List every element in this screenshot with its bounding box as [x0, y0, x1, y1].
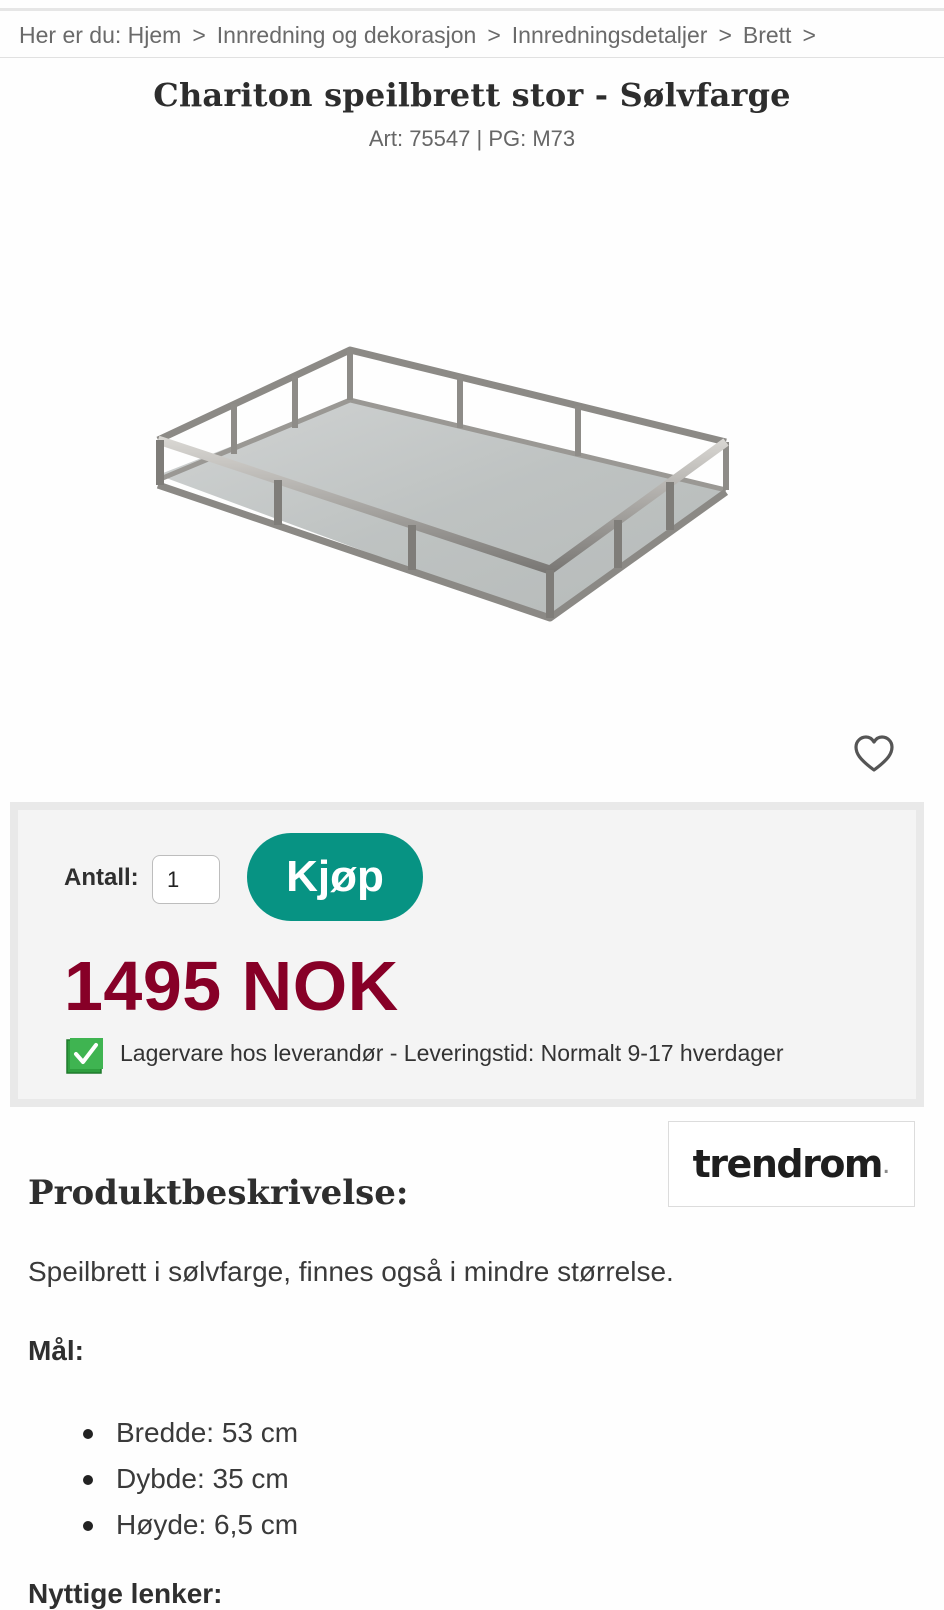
brand-dot: .: [882, 1147, 891, 1180]
product-title: Chariton speilbrett stor - Sølvfarge: [153, 76, 791, 114]
dimension-depth: Dybde: 35 cm: [116, 1463, 289, 1494]
dimensions-list: Bredde: 53 cm Dybde: 35 cm Høyde: 6,5 cm: [0, 1410, 298, 1548]
breadcrumb-link-home[interactable]: Hjem: [128, 22, 182, 48]
price: 1495 NOK: [64, 947, 399, 1025]
bullet: [83, 1429, 93, 1439]
breadcrumb-separator: >: [802, 22, 816, 48]
stock-status: Lagervare hos leverandør - Leveringstid:…: [120, 1040, 784, 1066]
description-text: Speilbrett i sølvfarge, finnes også i mi…: [28, 1256, 674, 1287]
breadcrumb-link-brett[interactable]: Brett: [743, 22, 792, 48]
quantity-label: Antall:: [64, 864, 139, 891]
breadcrumb: Her er du: Hjem > Innredning og dekorasjon…: [19, 22, 944, 49]
breadcrumb-link-innredning[interactable]: Innredning og dekorasjon: [217, 22, 477, 48]
list-item: Høyde: 6,5 cm: [0, 1502, 298, 1548]
brand-logo[interactable]: trendrom.: [668, 1121, 915, 1207]
dimension-width: Bredde: 53 cm: [116, 1417, 299, 1448]
quantity-input[interactable]: [152, 855, 220, 904]
breadcrumb-prefix: Her er du:: [19, 22, 122, 48]
heart-outline-icon[interactable]: [853, 734, 895, 774]
useful-links-heading: Nyttige lenker:: [28, 1578, 223, 1609]
breadcrumb-divider: [0, 57, 944, 58]
dimension-height: Høyde: 6,5 cm: [116, 1509, 299, 1540]
product-image[interactable]: [150, 330, 750, 640]
product-art-number: Art: 75547 | PG: M73: [368, 126, 576, 151]
brand-name: trendrom: [692, 1142, 884, 1186]
buy-button[interactable]: Kjøp: [247, 833, 423, 921]
dimensions-label: Mål:: [28, 1335, 84, 1366]
bullet: [83, 1521, 93, 1531]
breadcrumb-separator: >: [192, 22, 206, 48]
breadcrumb-link-innredningsdetaljer[interactable]: Innredningsdetaljer: [512, 22, 708, 48]
bullet: [83, 1475, 93, 1485]
checkbox-checked-icon: [66, 1038, 103, 1074]
description-heading: Produktbeskrivelse:: [28, 1173, 409, 1213]
list-item: Dybde: 35 cm: [0, 1456, 298, 1502]
top-divider: [0, 8, 944, 11]
breadcrumb-separator: >: [718, 22, 732, 48]
list-item: Bredde: 53 cm: [0, 1410, 298, 1456]
breadcrumb-separator: >: [487, 22, 501, 48]
